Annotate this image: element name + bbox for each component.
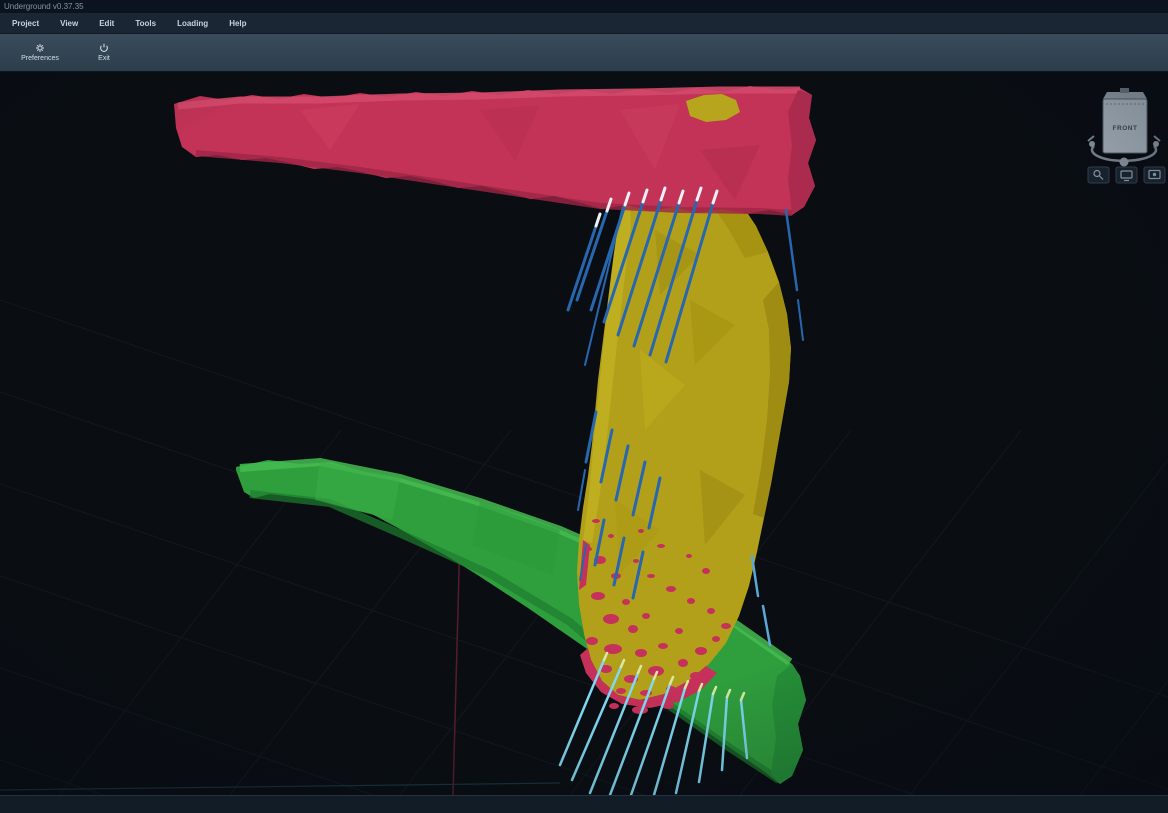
title-bar: Underground v0.37.35 (0, 0, 1168, 13)
menu-bar: Project View Edit Tools Loading Help (0, 13, 1168, 34)
viewcube-front-label: FRONT (1113, 125, 1138, 132)
preferences-label: Preferences (21, 55, 59, 62)
menu-view[interactable]: View (60, 19, 78, 28)
viewport-3d[interactable]: FRONT (0, 72, 1168, 795)
gear-icon (35, 43, 45, 53)
preferences-button[interactable]: Preferences (12, 41, 68, 64)
menu-loading[interactable]: Loading (177, 19, 208, 28)
view-control-buttons (1088, 167, 1165, 183)
application-window: Underground v0.37.35 Project View Edit T… (0, 0, 1168, 813)
menu-project[interactable]: Project (12, 19, 39, 28)
exit-label: Exit (98, 55, 110, 62)
main-toolbar: Preferences Exit (0, 34, 1168, 72)
menu-tools[interactable]: Tools (135, 19, 156, 28)
navigation-cube[interactable]: FRONT (1088, 88, 1160, 167)
fit-view-button[interactable] (1116, 167, 1137, 183)
menu-edit[interactable]: Edit (99, 19, 114, 28)
zoom-extents-button[interactable] (1088, 167, 1109, 183)
status-bar: x 0.00 y 1694812.40 z 2782.11 (0, 795, 1168, 813)
center-view-button[interactable] (1144, 167, 1165, 183)
power-icon (99, 43, 109, 53)
red-drive-mesh[interactable] (174, 86, 816, 215)
window-title: Underground v0.37.35 (4, 2, 84, 11)
menu-help[interactable]: Help (229, 19, 246, 28)
exit-button[interactable]: Exit (76, 41, 132, 64)
